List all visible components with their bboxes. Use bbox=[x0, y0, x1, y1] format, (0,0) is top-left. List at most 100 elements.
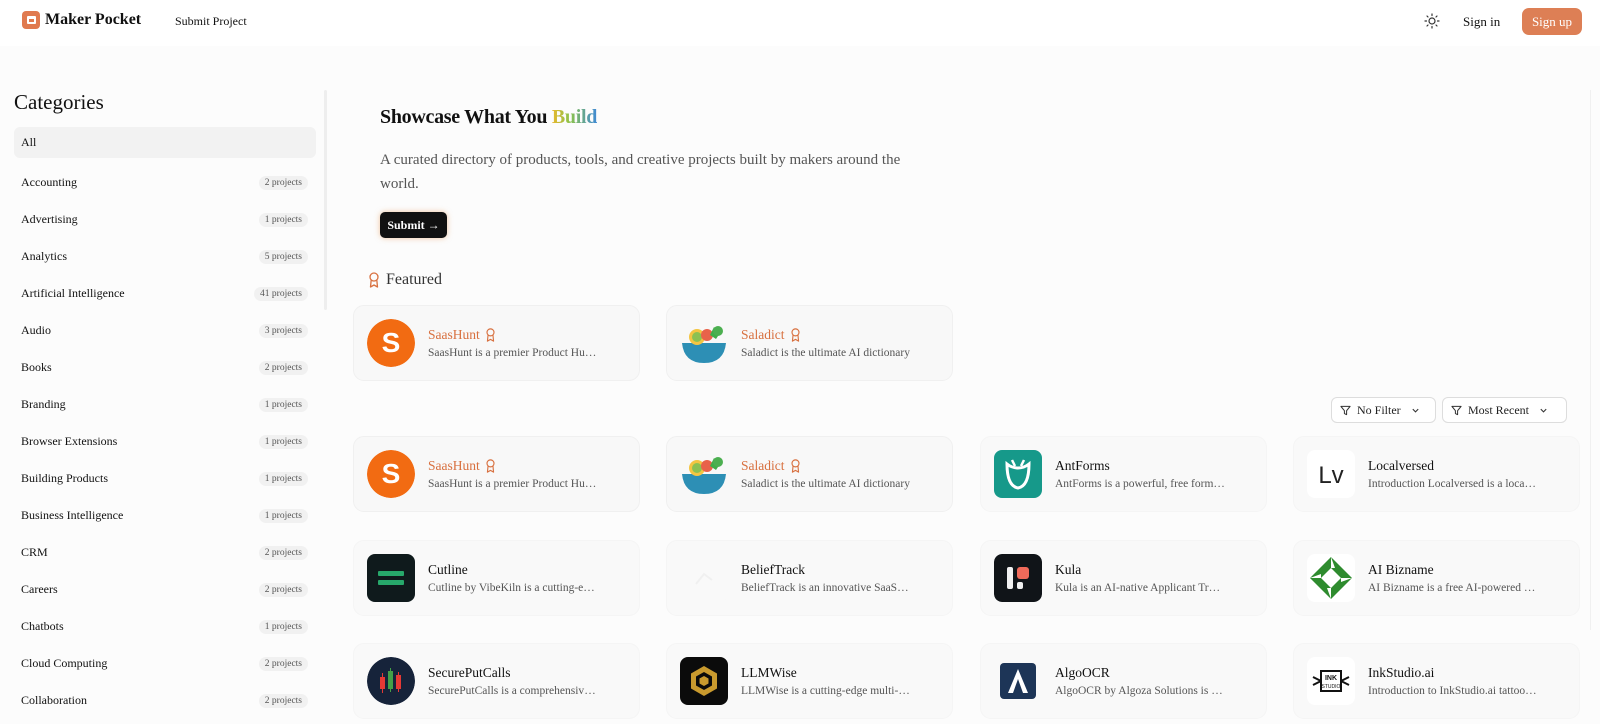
sidebar-scrollbar[interactable] bbox=[324, 90, 327, 310]
arrow-right-icon: → bbox=[427, 217, 440, 232]
hero-title-highlight: Build bbox=[551, 106, 598, 128]
project-card[interactable]: LLMWise LLMWise is a cutting-edge multi-m… bbox=[666, 643, 953, 719]
category-label: Chatbots bbox=[21, 619, 64, 633]
project-name[interactable]: Kula bbox=[1055, 562, 1265, 578]
category-item[interactable]: Chatbots 1 projects bbox=[14, 608, 316, 645]
project-card[interactable]: SecurePutCalls SecurePutCalls is a compre… bbox=[353, 643, 640, 719]
project-card[interactable]: Saladict Saladict is the ultimate AI dict… bbox=[666, 436, 953, 512]
category-label: Books bbox=[21, 360, 52, 374]
category-item[interactable]: Cloud Computing 2 projects bbox=[14, 645, 316, 682]
project-name[interactable]: SaasHunt bbox=[428, 327, 638, 343]
algoocr-logo bbox=[994, 657, 1042, 705]
hero-submit-button[interactable]: Submit → bbox=[380, 212, 447, 238]
project-name[interactable]: Saladict bbox=[741, 458, 951, 474]
category-count-badge: 2 projects bbox=[258, 360, 308, 375]
category-label: Business Intelligence bbox=[21, 508, 124, 522]
saladict-logo bbox=[680, 319, 728, 367]
project-description: AlgoOCR by Algoza Solutions is an OCR to… bbox=[1055, 685, 1225, 697]
divider bbox=[1590, 90, 1591, 630]
project-name[interactable]: SecurePutCalls bbox=[428, 665, 638, 681]
category-label: Cloud Computing bbox=[21, 656, 108, 670]
category-item[interactable]: Accounting 2 projects bbox=[14, 164, 316, 201]
kula-logo bbox=[994, 554, 1042, 602]
project-card[interactable]: INK STUDIO InkStudio.ai Introduction to Ink… bbox=[1293, 643, 1580, 719]
project-description: Saladict is the ultimate AI dictionary bbox=[741, 478, 910, 490]
project-card[interactable]: Saladict Saladict is the ultimate AI dict… bbox=[666, 305, 953, 381]
category-item[interactable]: Browser Extensions 1 projects bbox=[14, 423, 316, 460]
category-count-badge: 1 projects bbox=[258, 434, 308, 449]
category-item[interactable]: Building Products 1 projects bbox=[14, 460, 316, 497]
category-label: Careers bbox=[21, 582, 58, 596]
category-count-badge: 2 projects bbox=[258, 582, 308, 597]
project-card[interactable]: Cutline Cutline by VibeKiln is a cutting-… bbox=[353, 540, 640, 616]
project-name[interactable]: Localversed bbox=[1368, 458, 1578, 474]
svg-text:STUDIO: STUDIO bbox=[1322, 684, 1341, 690]
saashunt-logo: S bbox=[367, 450, 415, 498]
category-count-badge: 1 projects bbox=[258, 397, 308, 412]
category-label: Analytics bbox=[21, 249, 67, 263]
theme-toggle-sun-icon[interactable] bbox=[1424, 13, 1440, 29]
project-name[interactable]: InkStudio.ai bbox=[1368, 665, 1578, 681]
project-name[interactable]: Cutline bbox=[428, 562, 638, 578]
signup-button[interactable]: Sign up bbox=[1522, 8, 1582, 35]
category-count-badge: 3 projects bbox=[258, 323, 308, 338]
project-card[interactable]: S SaasHunt SaasHunt is a premier Product H… bbox=[353, 305, 640, 381]
category-label: Accounting bbox=[21, 175, 77, 189]
nav-submit-project[interactable]: Submit Project bbox=[175, 14, 247, 29]
sort-dropdown[interactable]: Most Recent bbox=[1442, 397, 1567, 423]
saashunt-logo: S bbox=[367, 319, 415, 367]
category-item[interactable]: Business Intelligence 1 projects bbox=[14, 497, 316, 534]
category-item[interactable]: Advertising 1 projects bbox=[14, 201, 316, 238]
category-count-badge: 2 projects bbox=[258, 693, 308, 708]
project-card[interactable]: AntForms AntForms is a powerful, free for… bbox=[980, 436, 1267, 512]
filter-dropdown[interactable]: No Filter bbox=[1331, 397, 1436, 423]
project-card[interactable]: BeliefTrack BeliefTrack is an innovative … bbox=[666, 540, 953, 616]
project-name[interactable]: AlgoOCR bbox=[1055, 665, 1265, 681]
project-name[interactable]: AntForms bbox=[1055, 458, 1265, 474]
llmwise-logo bbox=[680, 657, 728, 705]
project-name[interactable]: AI Bizname bbox=[1368, 562, 1578, 578]
project-card[interactable]: S SaasHunt SaasHunt is a premier Product H… bbox=[353, 436, 640, 512]
category-count-badge: 1 projects bbox=[258, 212, 308, 227]
category-item[interactable]: CRM 2 projects bbox=[14, 534, 316, 571]
category-item[interactable]: Careers 2 projects bbox=[14, 571, 316, 608]
aibizname-logo bbox=[1307, 554, 1355, 602]
project-description: Kula is an AI-native Applicant Tracking … bbox=[1055, 582, 1225, 594]
category-item[interactable]: Artificial Intelligence 41 projects bbox=[14, 275, 316, 312]
category-label: Advertising bbox=[21, 212, 78, 226]
category-label: Artificial Intelligence bbox=[21, 286, 125, 300]
project-card[interactable]: AI Bizname AI Bizname is a free AI-powere… bbox=[1293, 540, 1580, 616]
category-item[interactable]: Analytics 5 projects bbox=[14, 238, 316, 275]
project-name[interactable]: LLMWise bbox=[741, 665, 951, 681]
inkstudio-logo: INK STUDIO bbox=[1307, 657, 1355, 705]
category-count-badge: 1 projects bbox=[258, 619, 308, 634]
category-count-badge: 2 projects bbox=[258, 545, 308, 560]
category-item[interactable]: Collaboration 2 projects bbox=[14, 682, 316, 719]
brand-icon bbox=[22, 11, 40, 29]
project-description: SaasHunt is a premier Product Hunt alter… bbox=[428, 347, 598, 359]
project-name[interactable]: BeliefTrack bbox=[741, 562, 951, 578]
project-name[interactable]: Saladict bbox=[741, 327, 951, 343]
brand-logo[interactable]: Maker Pocket bbox=[22, 11, 141, 29]
category-count-badge: 2 projects bbox=[258, 175, 308, 190]
award-icon bbox=[790, 328, 800, 342]
category-item[interactable]: Books 2 projects bbox=[14, 349, 316, 386]
top-navbar: Maker Pocket Submit Project Sign in Sign… bbox=[0, 0, 1600, 46]
project-card[interactable]: Lv Localversed Introduction Localversed is… bbox=[1293, 436, 1580, 512]
featured-heading: Featured bbox=[368, 271, 442, 289]
project-card[interactable]: Kula Kula is an AI-native Applicant Track… bbox=[980, 540, 1267, 616]
signin-link[interactable]: Sign in bbox=[1463, 14, 1500, 30]
award-icon bbox=[486, 328, 495, 342]
project-card[interactable]: AlgoOCR AlgoOCR by Algoza Solutions is an… bbox=[980, 643, 1267, 719]
project-description: Cutline by VibeKiln is a cutting-edge to… bbox=[428, 582, 598, 594]
category-item[interactable]: Branding 1 projects bbox=[14, 386, 316, 423]
project-name[interactable]: SaasHunt bbox=[428, 458, 638, 474]
saladict-logo bbox=[680, 450, 728, 498]
chevron-down-icon bbox=[1540, 408, 1547, 413]
category-item[interactable]: All bbox=[14, 127, 316, 158]
category-item[interactable]: Audio 3 projects bbox=[14, 312, 316, 349]
project-description: Introduction Localversed is a localizati… bbox=[1368, 478, 1538, 490]
antforms-logo bbox=[994, 450, 1042, 498]
svg-text:S: S bbox=[382, 458, 401, 489]
hero-title: Showcase What You Build bbox=[380, 106, 598, 128]
